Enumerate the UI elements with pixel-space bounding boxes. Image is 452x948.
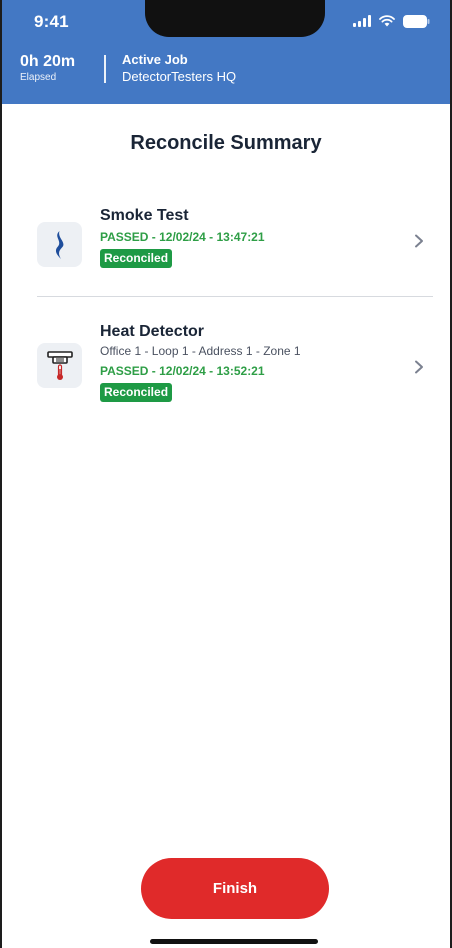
- active-job[interactable]: Active Job DetectorTesters HQ: [122, 52, 236, 86]
- wifi-icon: [379, 15, 395, 27]
- item-details: Smoke Test PASSED - 12/02/24 - 13:47:21 …: [100, 206, 265, 268]
- item-title: Smoke Test: [100, 207, 189, 224]
- elapsed-label: Elapsed: [20, 72, 57, 83]
- item-details: Heat Detector Office 1 - Loop 1 - Addres…: [100, 322, 301, 402]
- device-notch: [145, 0, 325, 37]
- active-job-title: Active Job: [122, 52, 188, 67]
- page-title: Reconcile Summary: [130, 132, 322, 154]
- item-result: PASSED - 12/02/24 - 13:52:21: [100, 364, 265, 378]
- list-item-heat-detector[interactable]: Heat Detector Office 1 - Loop 1 - Addres…: [37, 322, 433, 414]
- reconciled-badge: Reconciled: [100, 383, 173, 402]
- smoke-icon: [37, 222, 82, 267]
- item-result: PASSED - 12/02/24 - 13:47:21: [100, 230, 265, 244]
- elapsed-timer: 0h 20m Elapsed: [20, 53, 75, 84]
- battery-icon: [403, 14, 430, 28]
- phone-screen: 9:41 0h 20m Elapsed Active Job DetectorT…: [0, 0, 452, 948]
- finish-button[interactable]: Finish: [141, 858, 329, 919]
- chevron-right-icon: [415, 360, 423, 374]
- app-header: 9:41 0h 20m Elapsed Active Job DetectorT…: [2, 0, 450, 104]
- item-title: Heat Detector: [100, 323, 205, 340]
- list-divider: [37, 296, 433, 297]
- home-indicator[interactable]: [150, 939, 318, 944]
- chevron-right-icon: [415, 234, 423, 248]
- reconciled-badge: Reconciled: [100, 249, 173, 268]
- heat-detector-icon: [37, 343, 82, 388]
- item-location: Office 1 - Loop 1 - Address 1 - Zone 1: [100, 344, 301, 358]
- elapsed-value: 0h 20m: [20, 53, 76, 70]
- header-divider: [104, 55, 106, 83]
- signal-icon: [353, 15, 371, 27]
- list-item-smoke-test[interactable]: Smoke Test PASSED - 12/02/24 - 13:47:21 …: [37, 206, 433, 282]
- status-time: 9:41: [34, 12, 69, 31]
- status-icons: [353, 14, 430, 28]
- active-job-name: DetectorTesters HQ: [122, 69, 237, 84]
